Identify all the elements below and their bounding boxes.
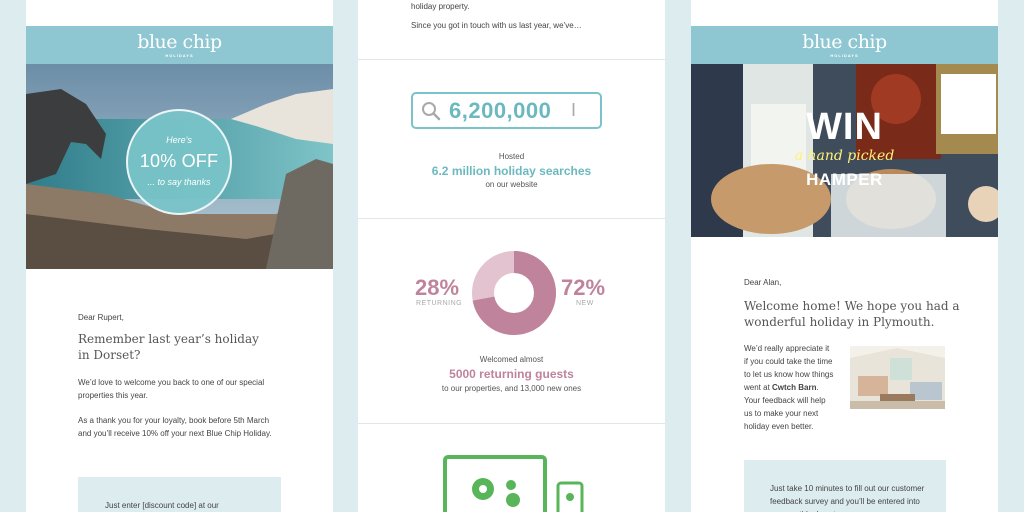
logo: blue chip <box>137 31 222 53</box>
guests-donut-chart <box>472 251 556 335</box>
headline-line-1: Remember last year’s holiday <box>78 332 259 346</box>
callout-text: Just enter [discount code] at our <box>105 501 219 510</box>
hero-image-coast: Here's 10% OFF ... to say thanks <box>26 64 333 269</box>
new-percent: 72% <box>561 275 606 300</box>
body-line-4-post: . <box>816 383 819 392</box>
search-icon <box>422 102 441 121</box>
survey-callout: Just take 10 minutes to fill out our cus… <box>744 460 946 512</box>
headline: Remember last year’s holiday in Dorset? <box>78 331 318 363</box>
body-line-4-pre: went at <box>744 383 773 392</box>
header-bar: blue chip HOLIDAYS <box>691 26 998 64</box>
header-bar: blue chip HOLIDAYS <box>26 26 333 64</box>
section-divider <box>358 218 665 219</box>
headline-line-1: Welcome home! We hope you had a <box>744 299 960 313</box>
headline-line-2: in Dorset? <box>78 348 141 362</box>
body-paragraph-2: As a thank you for your loyalty, book be… <box>78 416 272 438</box>
body-line-6: us to make your next <box>744 409 819 418</box>
section-divider <box>358 423 665 424</box>
settings-devices-icon <box>443 455 584 512</box>
offer-amount: 10% OFF <box>139 151 219 171</box>
returning-label: RETURNING <box>416 300 463 307</box>
greeting: Dear Rupert, <box>78 313 124 322</box>
living-room-photo <box>850 346 945 409</box>
discount-callout: Just enter [discount code] at our <box>78 477 281 512</box>
banner-hamper: HAMPER <box>806 170 883 189</box>
search-stat-highlight: 6.2 million holiday searches <box>431 164 592 178</box>
new-label: NEW <box>576 300 594 307</box>
logo: blue chip <box>802 31 887 53</box>
greeting: Dear Alan, <box>744 278 782 287</box>
search-stat-pretext: Hosted <box>498 152 525 161</box>
logo-subtitle: HOLIDAYS <box>165 53 194 58</box>
body-line-4: went at Cwtch Barn. <box>744 381 849 394</box>
discount-badge: Here's 10% OFF ... to say thanks <box>126 109 232 215</box>
section-divider <box>358 59 665 60</box>
intro-line-1: holiday property. <box>411 2 470 11</box>
search-stat-posttext: on our website <box>485 180 538 189</box>
guest-stat-posttext: to our properties, and 13,000 new ones <box>441 384 582 393</box>
returning-percent: 28% <box>415 275 460 300</box>
search-count: 6,200,000 <box>449 98 552 123</box>
headline-line-2: wonderful holiday in Plymouth. <box>744 315 935 329</box>
body-line-7: holiday even better. <box>744 422 814 431</box>
intro-line-2: Since you got in touch with us last year… <box>411 21 582 30</box>
body-paragraph-1: We’d love to welcome you back to one of … <box>78 378 265 400</box>
property-photo <box>850 346 945 409</box>
email-preview-alan: blue chip HOLIDAYS WIN a hand picked HAM… <box>691 0 998 512</box>
text-cursor-icon: I <box>571 100 577 120</box>
body-paragraph: We’d really appreciate it if you could t… <box>744 342 849 433</box>
property-name: Cwtch Barn <box>772 383 817 392</box>
offer-pretext: Here's <box>166 135 192 145</box>
offer-posttext: ... to say thanks <box>147 177 211 187</box>
headline: Welcome home! We hope you had a wonderfu… <box>744 298 989 330</box>
search-stat-box: 6,200,000 I <box>411 92 602 129</box>
hero-image-hamper: WIN a hand picked HAMPER <box>691 64 998 237</box>
body-line-3: to let us know how things <box>744 370 834 379</box>
body-line-5: Your feedback will help <box>744 396 826 405</box>
email-preview-stats: holiday property. Since you got in touch… <box>358 0 665 512</box>
banner-script: a hand picked <box>794 148 895 164</box>
email-preview-rupert: blue chip HOLIDAYS Here's 10% OFF ... to… <box>26 0 333 512</box>
guest-stat-pretext: Welcomed almost <box>479 355 544 364</box>
body-line-1: We’d really appreciate it <box>744 344 830 353</box>
callout-text: Just take 10 minutes to fill out our cus… <box>770 484 925 512</box>
banner-win: WIN <box>806 106 883 148</box>
guest-stat-highlight: 5000 returning guests <box>449 367 574 381</box>
body-line-2: if you could take the time <box>744 357 833 366</box>
logo-subtitle: HOLIDAYS <box>830 53 859 58</box>
